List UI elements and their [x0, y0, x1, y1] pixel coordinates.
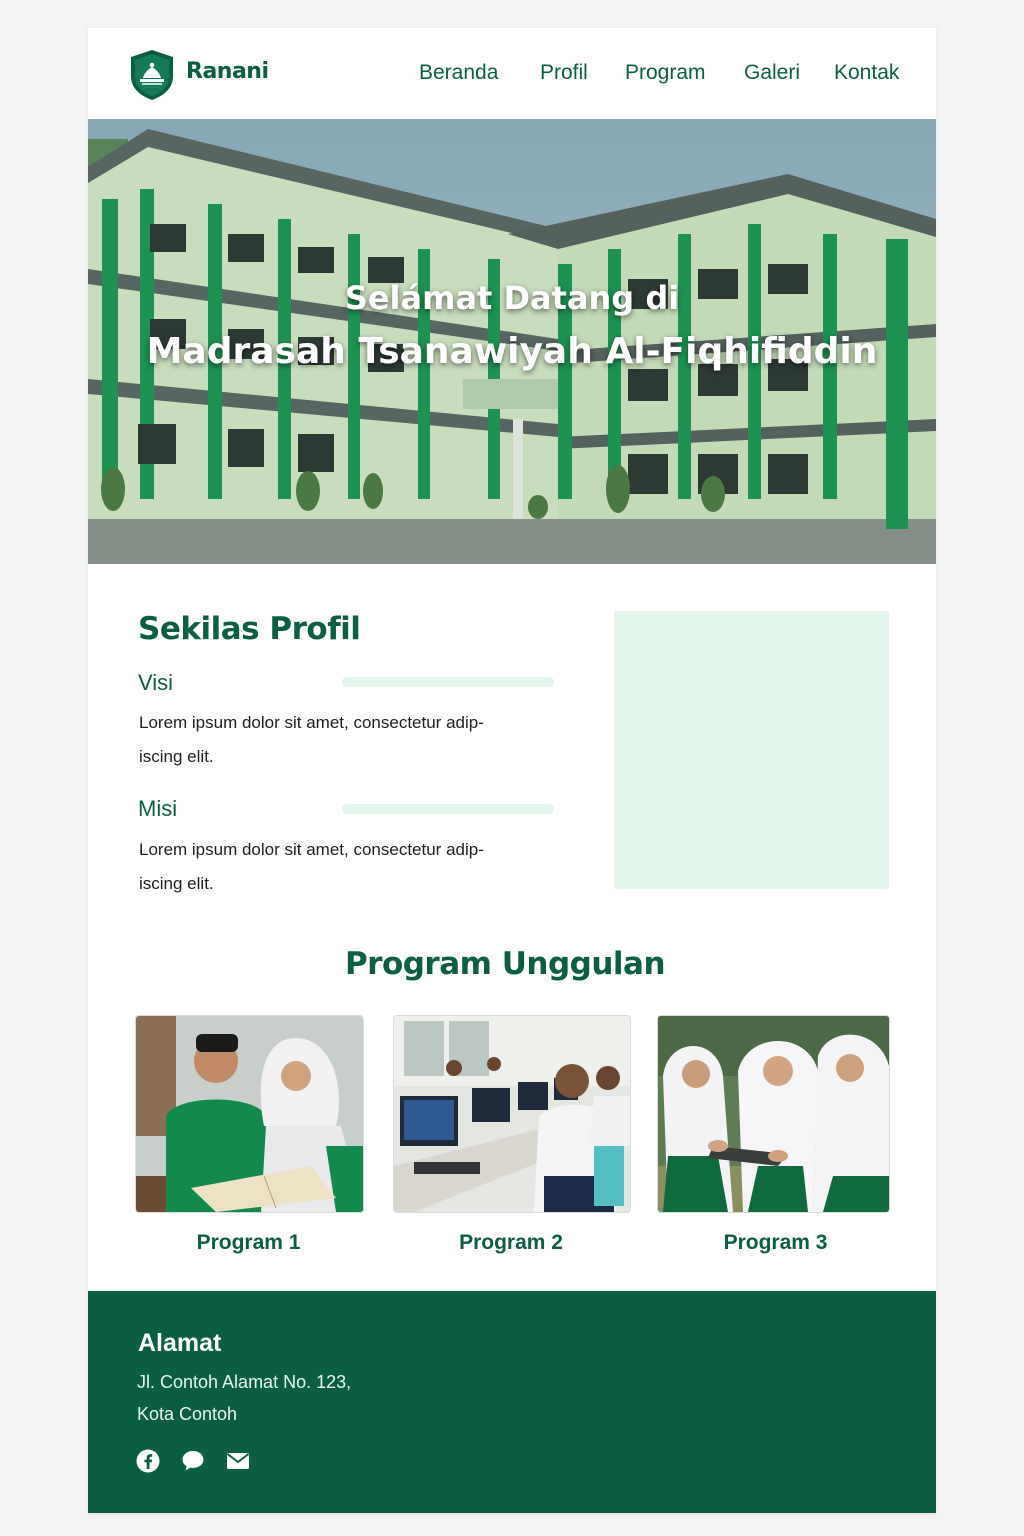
nav-beranda[interactable]: Beranda — [419, 61, 498, 85]
main-nav: Beranda Profil Program Galeri Kontak — [88, 61, 936, 91]
profile-image-placeholder — [614, 611, 889, 889]
program-2-image[interactable] — [393, 1015, 631, 1213]
footer-address-line1: Jl. Contoh Alamat No. 123, — [137, 1372, 352, 1392]
nav-kontak[interactable]: Kontak — [834, 61, 899, 85]
nav-profil[interactable]: Profil — [540, 61, 588, 85]
hero-greeting: Selámat Datang di — [344, 279, 680, 317]
facebook-icon[interactable] — [135, 1448, 161, 1474]
profile-section-title: Sekilas Profil — [138, 611, 361, 647]
nav-galeri[interactable]: Galeri — [744, 61, 800, 85]
nav-program[interactable]: Program — [625, 61, 706, 85]
chat-icon[interactable] — [180, 1448, 206, 1474]
hero-school-name: Madrasah Tsanawiyah Al-Fiqhifiddin — [146, 331, 878, 372]
program-3-label[interactable]: Program 3 — [657, 1231, 894, 1255]
visi-decor-bar — [342, 677, 554, 687]
misi-decor-bar — [342, 804, 554, 814]
site-header: Ranani Beranda Profil Program Galeri Kon… — [88, 28, 936, 120]
program-2-label[interactable]: Program 2 — [393, 1231, 629, 1255]
visi-text-line1: Lorem ipsum dolor sit amet, consectetur … — [139, 713, 484, 732]
misi-heading: Misi — [138, 796, 178, 821]
page: Ranani Beranda Profil Program Galeri Kon… — [88, 28, 936, 1513]
footer-address-line2: Kota Contoh — [137, 1404, 238, 1424]
footer-address-title: Alamat — [138, 1329, 222, 1357]
program-1-label[interactable]: Program 1 — [135, 1231, 362, 1255]
misi-text-line2: iscing elit. — [139, 874, 214, 893]
visi-heading: Visi — [138, 670, 174, 695]
programs-section-title: Program Unggulan — [344, 946, 666, 982]
hero-banner: Selámat Datang di Madrasah Tsanawiyah Al… — [88, 119, 936, 564]
program-3-image[interactable] — [657, 1015, 890, 1213]
program-1-image[interactable] — [135, 1015, 364, 1213]
misi-text-line1: Lorem ipsum dolor sit amet, consectetur … — [139, 840, 484, 859]
visi-text-line2: iscing elit. — [139, 747, 214, 766]
site-footer: Alamat Jl. Contoh Alamat No. 123, Kota C… — [88, 1291, 936, 1513]
mail-icon[interactable] — [225, 1448, 251, 1474]
